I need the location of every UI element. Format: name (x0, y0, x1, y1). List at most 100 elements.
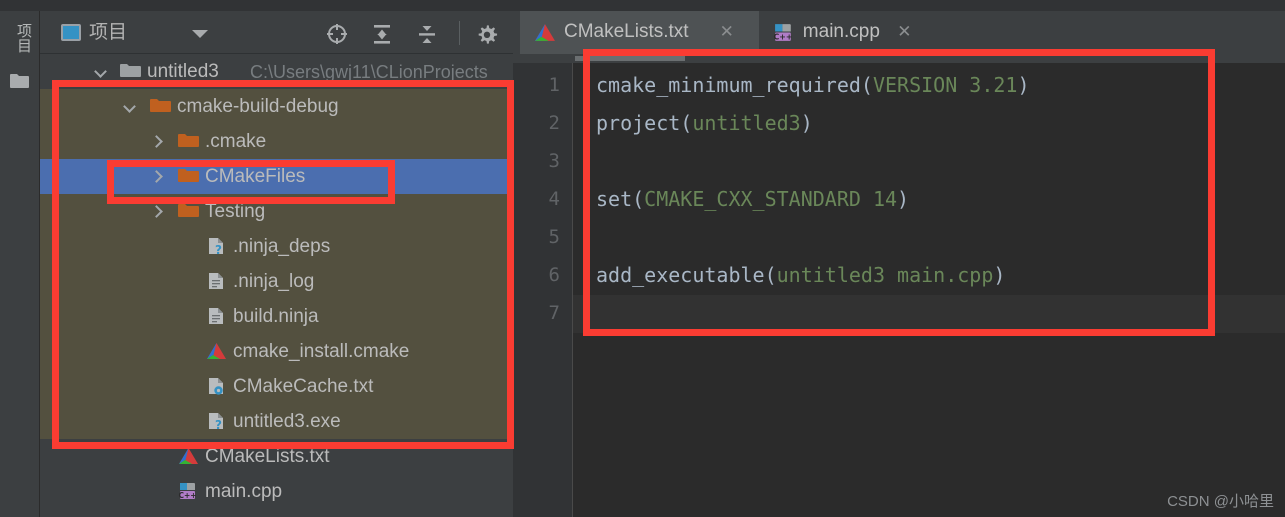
code-token: set( (596, 187, 645, 211)
tree-row[interactable]: ? untitled3.exe (40, 404, 513, 439)
page-title: 项目 (89, 22, 128, 43)
crosshair-icon (327, 24, 347, 44)
code-line[interactable]: cmake_minimum_required(VERSION 3.21) (596, 73, 1030, 97)
tree-item-label: .cmake (205, 131, 267, 152)
tree-row[interactable]: .ninja_log (40, 264, 513, 299)
tree-item-label: Testing (205, 201, 266, 222)
text-file-icon (209, 308, 223, 324)
code-token: untitled3 (692, 111, 801, 135)
line-number: 7 (548, 302, 560, 324)
editor-tab-label: main.cpp (802, 21, 880, 42)
tree-item-path-hint: C:\Users\gwj11\CLionProjects (250, 62, 488, 82)
tree-row[interactable]: Testing (40, 194, 513, 229)
tree-row[interactable]: cmake-build-debug (40, 89, 513, 124)
editor-breadcrumb (513, 54, 1285, 63)
project-pane-header: 项目 (40, 11, 540, 54)
chevron-down-icon[interactable] (192, 30, 208, 38)
code-token: ) (993, 263, 1006, 287)
tree-item-label: build.ninja (233, 306, 319, 327)
folder-icon[interactable] (10, 73, 29, 88)
code-line[interactable]: project(untitled3) (596, 111, 813, 135)
tree-row[interactable]: C++ main.cpp (40, 474, 513, 509)
tree-row[interactable]: ? .ninja_deps (40, 229, 513, 264)
svg-text:?: ? (215, 243, 222, 255)
editor-tab-bar[interactable]: CMakeLists.txt ✕ C++ main.cpp ✕ (513, 11, 1285, 54)
chevron-down-icon[interactable] (94, 65, 107, 78)
folder-orange-icon (178, 134, 199, 147)
chevron-right-icon[interactable] (150, 135, 163, 148)
tree-row[interactable]: cmake_install.cmake (40, 334, 513, 369)
toolbar-divider (459, 21, 460, 45)
tree-row[interactable]: CMakeFiles (40, 159, 513, 194)
line-number: 2 (548, 112, 560, 134)
cpp-file-icon: C++ (773, 24, 792, 42)
tree-item-label: CMakeFiles (205, 166, 306, 187)
svg-text:?: ? (215, 418, 222, 430)
tree-item-label: .ninja_log (233, 271, 315, 292)
chevron-right-icon[interactable] (150, 170, 163, 183)
unknown-file-icon: ? (209, 238, 223, 255)
watermark: CSDN @小哈里 (1167, 493, 1274, 510)
code-token: project( (596, 111, 693, 135)
editor-tab-label: CMakeLists.txt (564, 21, 689, 42)
expand-all-button[interactable] (371, 23, 393, 45)
clion-window: 项目 项目 untitled3 C:\Users\gwj11\CLionProj… (0, 0, 1285, 517)
code-token: ) (897, 187, 910, 211)
tree-row[interactable]: untitled3 C:\Users\gwj11\CLionProjects (40, 54, 513, 89)
cpp-file-icon: C++ (178, 483, 197, 500)
tree-item-label: cmake_install.cmake (233, 341, 410, 362)
project-window-icon (61, 24, 81, 41)
project-tree[interactable]: untitled3 C:\Users\gwj11\CLionProjects cma… (40, 54, 513, 517)
code-token: VERSION 3.21 (872, 73, 1018, 97)
tree-row[interactable]: build.ninja (40, 299, 513, 334)
code-token: cmake_minimum_required( (596, 73, 873, 97)
tree-item-label: untitled3.exe (233, 411, 341, 432)
line-number: 4 (548, 188, 560, 210)
tree-item-label: main.cpp (205, 481, 283, 502)
tree-row[interactable]: CMakeCache.txt (40, 369, 513, 404)
current-line-highlight (573, 295, 1285, 333)
line-number: 6 (548, 264, 560, 286)
tree-item-label: CMakeCache.txt (233, 376, 374, 397)
editor-code-area[interactable]: cmake_minimum_required(VERSION 3.21) proj… (572, 63, 1285, 517)
settings-button[interactable] (476, 23, 498, 45)
folder-orange-icon (150, 99, 171, 112)
expand-all-icon (374, 25, 390, 44)
chevron-down-icon[interactable] (123, 100, 136, 113)
editor-gutter[interactable]: 1 2 3 4 5 6 7 (513, 63, 572, 517)
code-line[interactable]: set(CMAKE_CXX_STANDARD 14) (596, 187, 909, 211)
rail-project-label[interactable]: 项目 (8, 23, 32, 53)
code-token: CMAKE_CXX_STANDARD 14 (644, 187, 898, 211)
tree-row[interactable]: .cmake (40, 124, 513, 159)
code-token: add_executable( (596, 263, 777, 287)
line-number: 3 (548, 150, 560, 172)
chevron-right-icon[interactable] (150, 205, 163, 218)
editor-tab[interactable]: CMakeLists.txt ✕ (520, 11, 759, 54)
gear-icon (478, 25, 498, 44)
code-token: ) (800, 111, 813, 135)
collapse-all-icon (419, 26, 435, 43)
code-editor[interactable]: 1 2 3 4 5 6 7 cmake_minimum_required(VERSION 3… (513, 54, 1285, 517)
tree-item-label: CMakeLists.txt (205, 446, 330, 467)
editor-tab[interactable]: C++ main.cpp ✕ (759, 11, 937, 54)
text-file-icon (209, 273, 223, 289)
close-icon[interactable]: ✕ (896, 23, 912, 40)
code-token: untitled3 main.cpp (776, 263, 994, 287)
folder-gray-icon (120, 64, 141, 77)
close-icon[interactable]: ✕ (719, 23, 735, 40)
left-tool-rail: 项目 (0, 11, 40, 517)
collapse-all-button[interactable] (416, 23, 438, 45)
code-line[interactable]: add_executable(untitled3 main.cpp) (596, 263, 1005, 287)
tree-item-label: .ninja_deps (233, 236, 331, 257)
folder-orange-icon (178, 204, 199, 217)
svg-text:C++: C++ (178, 491, 196, 500)
cmake-icon (179, 448, 198, 464)
select-opened-file-button[interactable] (326, 23, 348, 45)
cmake-icon (207, 343, 226, 359)
line-number: 5 (548, 226, 560, 248)
tree-item-label: untitled3 (147, 61, 219, 82)
cmake-icon (535, 24, 555, 41)
line-number: 1 (548, 74, 560, 96)
tree-row[interactable]: CMakeLists.txt (40, 439, 513, 474)
code-token: ) (1017, 73, 1030, 97)
